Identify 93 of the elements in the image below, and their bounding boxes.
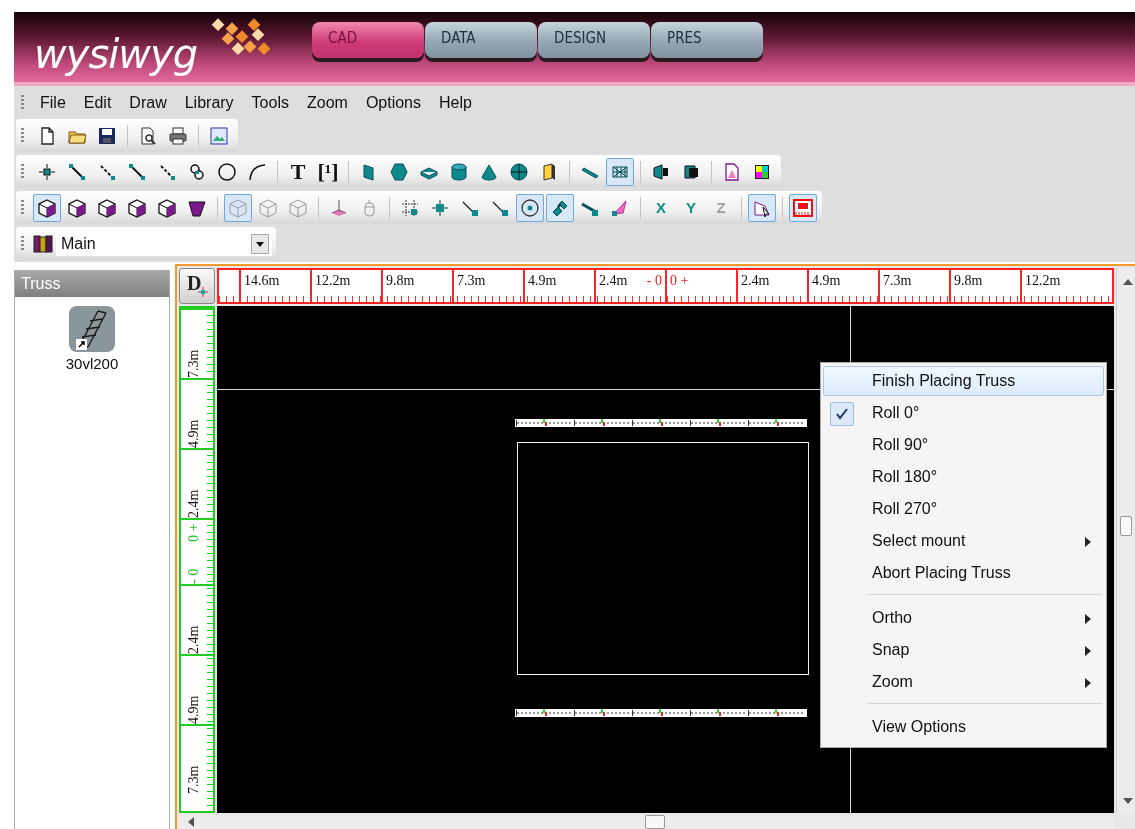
- ruler-label: 4.9m: [812, 273, 841, 290]
- context-menu-item[interactable]: Zoom: [823, 667, 1104, 697]
- target-icon: [520, 197, 540, 218]
- snap-point-icon: [430, 197, 450, 218]
- axis-button[interactable]: X: [647, 193, 675, 222]
- context-menu-item[interactable]: Roll 270°: [823, 494, 1104, 524]
- context-menu-item[interactable]: Finish Placing Truss: [823, 366, 1104, 396]
- context-menu-item[interactable]: Select mount: [823, 526, 1104, 556]
- wire-cube-icon: [228, 197, 248, 218]
- point-icon: [37, 161, 57, 182]
- panel-title: Truss: [15, 271, 169, 297]
- ruler-label: 14.6m: [244, 273, 280, 290]
- ruler-label: 9.8m: [954, 273, 983, 290]
- books-icon: [32, 233, 54, 254]
- save-icon: [97, 125, 117, 146]
- ruler-label: 4.9m: [186, 418, 202, 448]
- ruler-label: 12.2m: [1025, 273, 1061, 290]
- picture-icon: [209, 125, 229, 146]
- context-menu-item[interactable]: Abort Placing Truss: [823, 558, 1104, 588]
- target-button[interactable]: [516, 193, 544, 222]
- menu-item[interactable]: Options: [357, 92, 429, 114]
- printer-icon: [168, 125, 188, 146]
- layer-select[interactable]: Main: [56, 231, 272, 256]
- vertical-scrollbar[interactable]: [1116, 268, 1135, 813]
- wire-cube-icon: [258, 197, 278, 218]
- cylinder-icon: [449, 161, 469, 182]
- circle-icon: [217, 161, 237, 182]
- menu-item[interactable]: Zoom: [298, 92, 356, 114]
- truss-icon[interactable]: [68, 305, 116, 353]
- menu-item[interactable]: Edit: [75, 92, 120, 114]
- ruler-label: 2.4m: [741, 273, 770, 290]
- context-menu-item[interactable]: View Options: [823, 712, 1104, 742]
- context-menu-item[interactable]: Ortho: [823, 603, 1104, 633]
- cube-icon: [37, 197, 57, 218]
- arc-icon: [247, 161, 267, 182]
- context-menu-item[interactable]: Roll 90°: [823, 430, 1104, 460]
- snap-grid-icon: [400, 197, 420, 218]
- cube-button[interactable]: [33, 193, 61, 222]
- ruler-label: 12.2m: [315, 273, 351, 290]
- text-tool-button[interactable]: [¹]: [314, 157, 342, 186]
- menu-item[interactable]: Draw: [121, 92, 175, 114]
- ruler-label: 4.9m: [186, 694, 202, 724]
- context-menu-item[interactable]: Roll 0°: [823, 398, 1104, 428]
- ruler-label: 7.3m: [457, 273, 486, 290]
- ruler-label: 0 +: [670, 273, 689, 290]
- sphere-icon: [509, 161, 529, 182]
- ruler-label: 2.4m: [599, 273, 628, 290]
- line-icon: [67, 161, 87, 182]
- ruler-label: 7.3m: [883, 273, 912, 290]
- item-label: 30vl200: [65, 355, 119, 372]
- ruler-label: - 0: [186, 567, 202, 584]
- ruler-label: 9.8m: [386, 273, 415, 290]
- ruler-label: 4.9m: [528, 273, 557, 290]
- menu-item[interactable]: Library: [176, 92, 242, 114]
- cube-icon: [157, 197, 177, 218]
- scroll-thumb[interactable]: [1120, 516, 1132, 536]
- context-menu-item[interactable]: Roll 180°: [823, 462, 1104, 492]
- wire-cube-icon: [288, 197, 308, 218]
- ruler-label: 7.3m: [186, 348, 202, 378]
- cursor-button[interactable]: [748, 193, 776, 222]
- line-icon: [127, 161, 147, 182]
- scroll-down-icon: [1123, 797, 1133, 805]
- context-menu-item[interactable]: Snap: [823, 635, 1104, 665]
- loop-icon: [187, 161, 207, 182]
- page-icon: [722, 161, 742, 182]
- cube-icon: [67, 197, 87, 218]
- lamp-icon: [651, 161, 671, 182]
- ruler-label: - 0: [646, 273, 662, 290]
- ruler-label: 7.3m: [186, 764, 202, 794]
- menu-item[interactable]: Help: [431, 92, 480, 114]
- ruler-label: 0 +: [186, 524, 202, 542]
- ruler-button[interactable]: [789, 193, 817, 222]
- scroll-up-icon: [1123, 278, 1133, 286]
- menu-item[interactable]: File: [32, 92, 74, 114]
- ruler-corner-button[interactable]: D: [179, 268, 215, 304]
- cube-icon: [127, 197, 147, 218]
- axis-button[interactable]: Y: [677, 193, 705, 222]
- print-preview-icon: [138, 125, 158, 146]
- grid-button[interactable]: [606, 157, 634, 186]
- horizontal-scrollbar[interactable]: [179, 815, 1114, 829]
- hexagon-icon: [389, 161, 409, 182]
- logo-text: wysiwyg: [34, 30, 198, 78]
- scroll-thumb[interactable]: [645, 815, 665, 829]
- axes-icon: [329, 197, 349, 218]
- satellite-button[interactable]: [546, 193, 574, 222]
- text-tool-button[interactable]: T: [284, 157, 312, 186]
- cube-icon: [97, 197, 117, 218]
- scroll-left-icon: [187, 817, 195, 827]
- ruler-icon: [793, 197, 813, 218]
- drawing-canvas[interactable]: Finish Placing Truss Roll 0° Roll 90° Roll 180° Roll 270° Select mount Abort Placing Truss Ortho Snap Zoom View Options: [217, 306, 1114, 813]
- ruler-label: 2.4m: [186, 488, 202, 518]
- ruler-label: 2.4m: [186, 624, 202, 654]
- menu-item[interactable]: Tools: [243, 92, 297, 114]
